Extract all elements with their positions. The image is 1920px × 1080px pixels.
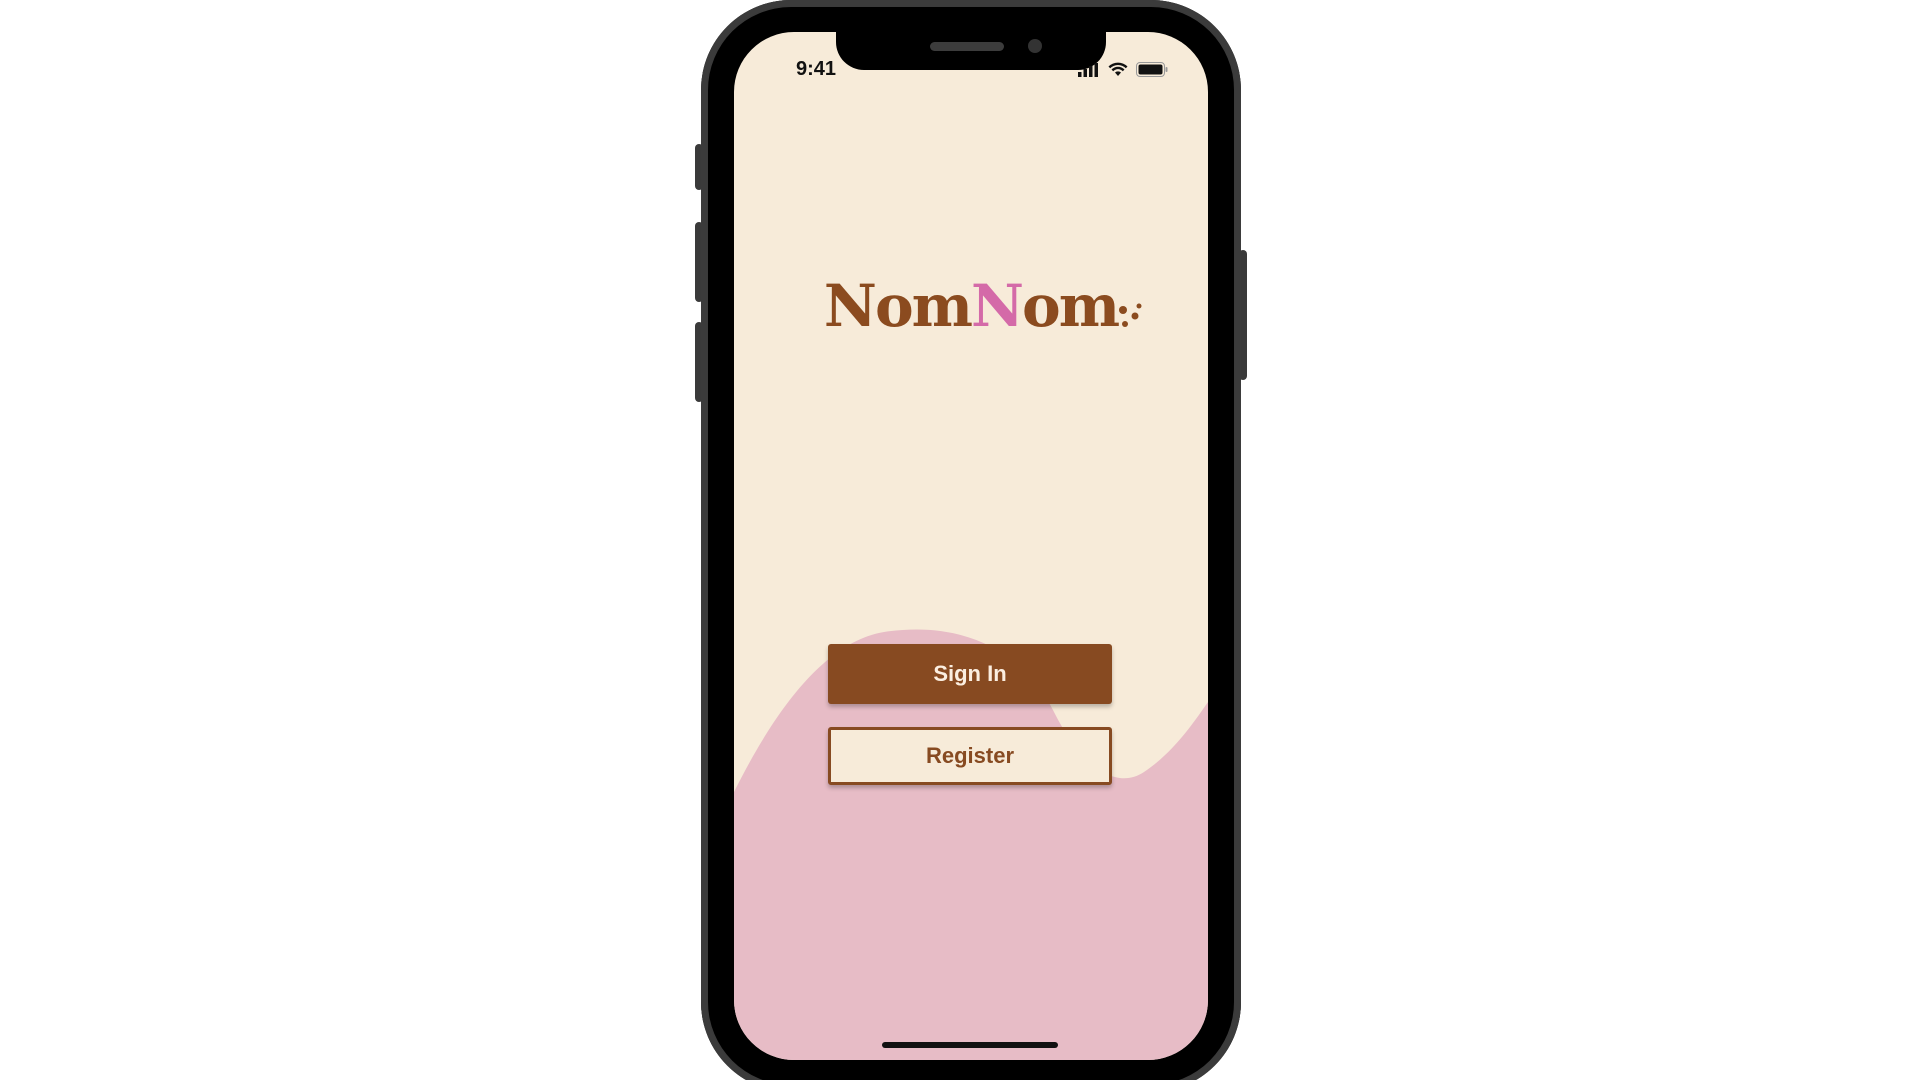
logo-text-n-accent: N [971, 272, 1024, 340]
home-indicator[interactable] [882, 1042, 1058, 1048]
status-time: 9:41 [796, 58, 837, 80]
app-screen: 9:41 NomNom Sign In Register [734, 32, 1208, 1060]
phone-frame: 9:41 NomNom Sign In Register [701, 0, 1241, 1080]
wifi-icon [1108, 62, 1128, 76]
battery-icon [1136, 62, 1168, 77]
speaker-grille [930, 42, 1004, 51]
sign-in-label: Sign In [933, 661, 1007, 686]
register-button[interactable]: Register [828, 727, 1112, 785]
cellular-signal-icon [1078, 62, 1098, 77]
status-icons [1078, 62, 1168, 77]
logo-text-nom: Nom [823, 272, 973, 340]
register-label: Register [925, 743, 1015, 768]
front-camera [1028, 39, 1042, 53]
logo-text-om: om [1022, 272, 1120, 340]
notch [836, 32, 1106, 70]
cookie-crumbs-icon [1119, 303, 1142, 327]
sign-in-button[interactable]: Sign In [828, 644, 1112, 704]
mockup-stage: 9:41 NomNom Sign In Register [0, 0, 1920, 1080]
pink-blob-background [734, 629, 1208, 1060]
